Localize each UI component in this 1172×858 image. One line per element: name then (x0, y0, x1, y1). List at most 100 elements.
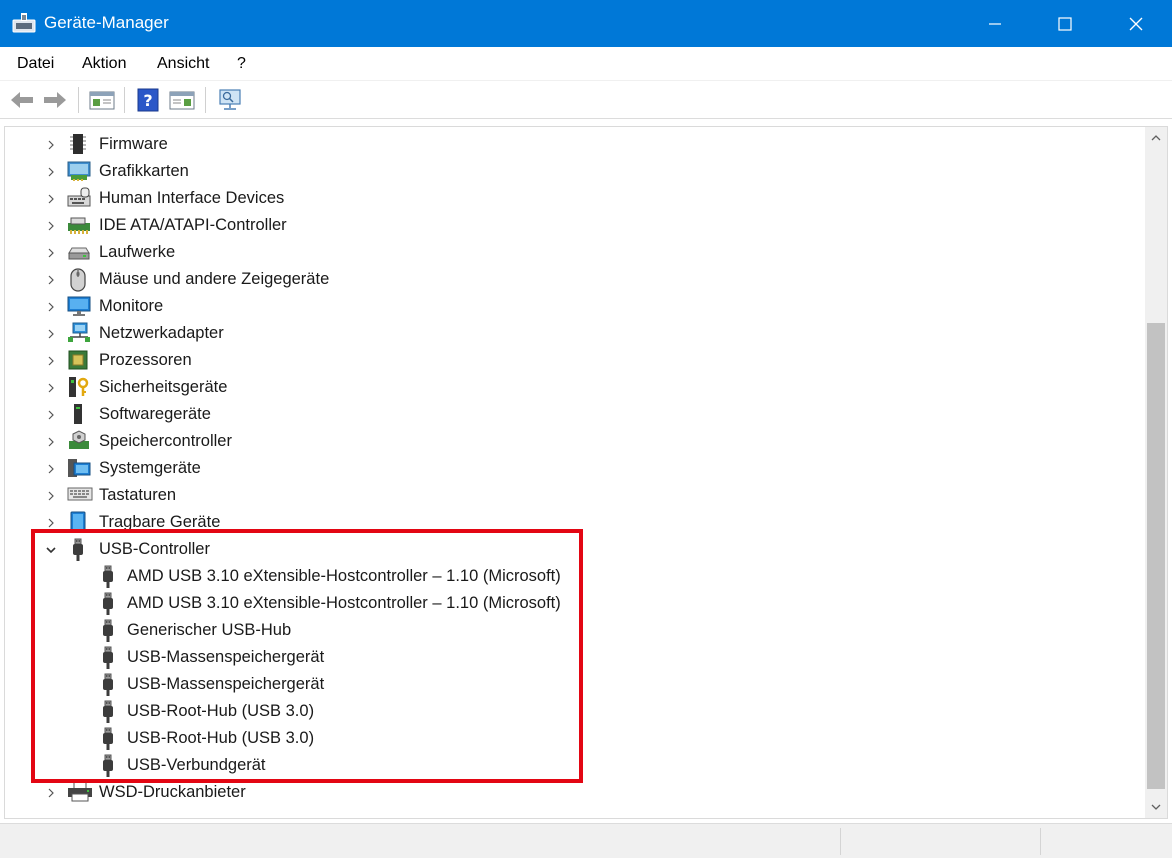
expand-chevron[interactable] (45, 354, 57, 366)
menu-datei[interactable]: Datei (17, 55, 54, 73)
tree-item-label: USB-Root-Hub (USB 3.0) (127, 702, 315, 720)
scroll-up-button[interactable] (1145, 129, 1167, 147)
tree-category[interactable]: WSD-Druckanbieter (5, 778, 1135, 805)
view-button[interactable] (168, 86, 196, 114)
help-button[interactable]: ? (134, 86, 162, 114)
tree-device[interactable]: USB-Verbundgerät (5, 751, 1135, 778)
keyboard-icon (67, 484, 93, 506)
expand-chevron[interactable] (45, 300, 57, 312)
chevron-right-icon (48, 302, 54, 312)
expand-chevron[interactable] (45, 786, 57, 798)
usb-plug-icon (97, 754, 119, 777)
expand-chevron[interactable] (45, 381, 57, 393)
menu-ansicht[interactable]: Ansicht (157, 55, 209, 73)
expand-chevron[interactable] (45, 138, 57, 150)
tree-category[interactable]: Tragbare Geräte (5, 508, 1135, 535)
scroll-down-button[interactable] (1145, 798, 1167, 816)
scan-hardware-button[interactable] (216, 86, 244, 114)
tree-item-label: Laufwerke (99, 243, 176, 261)
chevron-right-icon (48, 167, 54, 177)
device-tree[interactable]: Firmware Grafikkarten Human Interface Devi… (5, 127, 1145, 818)
tree-category[interactable]: Grafikkarten (5, 157, 1135, 184)
monitor-icon (67, 295, 91, 317)
chevron-down-icon (1151, 804, 1161, 810)
scan-hardware-icon (219, 89, 241, 110)
tree-category[interactable]: IDE ATA/ATAPI-Controller (5, 211, 1135, 238)
expand-chevron[interactable] (45, 489, 57, 501)
ide-controller-icon (67, 214, 90, 236)
tree-device[interactable]: USB-Root-Hub (USB 3.0) (5, 697, 1135, 724)
tree-device[interactable]: AMD USB 3.10 eXtensible-Hostcontroller –… (5, 562, 1135, 589)
processor-icon (67, 349, 89, 371)
maximize-icon (1058, 16, 1072, 31)
vertical-scrollbar[interactable] (1145, 127, 1167, 818)
tree-category[interactable]: Netzwerkadapter (5, 319, 1135, 346)
portable-device-icon (67, 511, 89, 533)
tree-device[interactable]: Generischer USB-Hub (5, 616, 1135, 643)
expand-chevron[interactable] (45, 435, 57, 447)
expand-chevron[interactable] (45, 516, 57, 528)
close-icon (1129, 17, 1143, 30)
tree-item-label: WSD-Druckanbieter (99, 783, 246, 801)
expand-chevron[interactable] (45, 273, 57, 285)
maximize-button[interactable] (1030, 0, 1100, 47)
chevron-right-icon (48, 410, 54, 420)
tree-category[interactable]: Tastaturen (5, 481, 1135, 508)
menu-aktion[interactable]: Aktion (82, 55, 126, 73)
menu-bar: Datei Aktion Ansicht ? (0, 47, 1172, 81)
tree-device[interactable]: USB-Root-Hub (USB 3.0) (5, 724, 1135, 751)
usb-plug-icon (97, 700, 119, 723)
chevron-up-icon (1151, 135, 1161, 141)
tree-item-label: AMD USB 3.10 eXtensible-Hostcontroller –… (127, 594, 561, 612)
close-button[interactable] (1101, 0, 1171, 47)
expand-chevron[interactable] (45, 408, 57, 420)
tree-item-label: Speichercontroller (99, 432, 232, 450)
expand-chevron[interactable] (45, 462, 57, 474)
tree-category[interactable]: Sicherheitsgeräte (5, 373, 1135, 400)
menu-help[interactable]: ? (237, 55, 246, 73)
tree-item-label: USB-Controller (99, 540, 210, 558)
minimize-button[interactable] (960, 0, 1030, 47)
device-tree-panel: Firmware Grafikkarten Human Interface Devi… (4, 126, 1168, 819)
tree-item-label: USB-Massenspeichergerät (127, 648, 325, 666)
tree-category[interactable]: Firmware (5, 130, 1135, 157)
tree-device[interactable]: AMD USB 3.10 eXtensible-Hostcontroller –… (5, 589, 1135, 616)
chevron-right-icon (48, 518, 54, 528)
tree-device[interactable]: USB-Massenspeichergerät (5, 643, 1135, 670)
tree-category[interactable]: Prozessoren (5, 346, 1135, 373)
scrollbar-thumb[interactable] (1147, 323, 1165, 789)
collapse-chevron[interactable] (45, 543, 57, 555)
status-divider (1040, 828, 1041, 855)
tree-category[interactable]: Softwaregeräte (5, 400, 1135, 427)
back-arrow-icon (11, 92, 33, 108)
tree-item-label: IDE ATA/ATAPI-Controller (99, 216, 287, 234)
expand-chevron[interactable] (45, 327, 57, 339)
network-adapter-icon (67, 322, 90, 344)
forward-arrow-icon (44, 92, 66, 108)
tree-category[interactable]: Laufwerke (5, 238, 1135, 265)
toolbar-separator (205, 87, 206, 113)
properties-button[interactable] (88, 86, 116, 114)
expand-chevron[interactable] (45, 219, 57, 231)
tree-category[interactable]: Monitore (5, 292, 1135, 319)
expand-chevron[interactable] (45, 246, 57, 258)
chevron-right-icon (48, 788, 54, 798)
tree-item-label: Generischer USB-Hub (127, 621, 292, 639)
properties-icon (89, 91, 115, 110)
forward-button[interactable] (41, 86, 69, 114)
expand-chevron[interactable] (45, 165, 57, 177)
tree-category[interactable]: USB-Controller (5, 535, 1135, 562)
view-icon (169, 91, 195, 110)
chevron-right-icon (48, 329, 54, 339)
back-button[interactable] (8, 86, 36, 114)
tree-device[interactable]: USB-Massenspeichergerät (5, 670, 1135, 697)
printer-icon (67, 781, 92, 803)
system-device-icon (67, 457, 91, 479)
expand-chevron[interactable] (45, 192, 57, 204)
tree-category[interactable]: Mäuse und andere Zeigegeräte (5, 265, 1135, 292)
tree-category[interactable]: Systemgeräte (5, 454, 1135, 481)
tree-category[interactable]: Speichercontroller (5, 427, 1135, 454)
tree-category[interactable]: Human Interface Devices (5, 184, 1135, 211)
firmware-chip-icon (67, 133, 89, 155)
tree-item-label: USB-Root-Hub (USB 3.0) (127, 729, 315, 747)
